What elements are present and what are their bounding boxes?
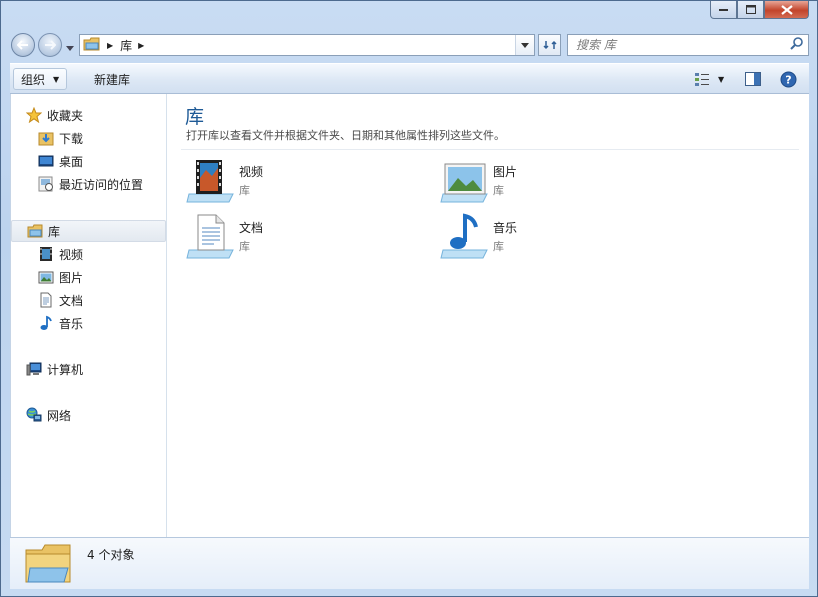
refresh-button[interactable]: [538, 34, 561, 56]
view-options-icon: [695, 73, 709, 86]
divider: [181, 149, 799, 150]
library-icon: [27, 223, 43, 239]
chevron-down-icon: ▼: [718, 74, 725, 84]
navigation-pane: 收藏夹 下载 桌面 最近访问的位置 库 视频 图片 文档 音乐 计算机 网络: [11, 94, 167, 537]
recent-pages-dropdown[interactable]: [66, 41, 74, 55]
library-name: 视频: [239, 165, 264, 179]
nav-libraries-label: 库: [48, 224, 61, 239]
library-name: 文档: [239, 221, 264, 235]
item-count: 4 个对象: [87, 548, 135, 562]
arrow-right-icon: [45, 40, 56, 50]
nav-favorites-label: 收藏夹: [47, 108, 84, 123]
chevron-down-icon: [66, 46, 74, 51]
pictures-library-icon: [440, 156, 490, 206]
nav-item-desktop[interactable]: 桌面: [38, 151, 83, 171]
nav-favorites[interactable]: 收藏夹: [26, 105, 83, 125]
search-box[interactable]: [567, 34, 809, 56]
library-content: 库 打开库以查看文件并根据文件夹、日期和其他属性排列这些文件。 视频 库 图片 …: [168, 94, 809, 537]
forward-button[interactable]: [38, 33, 62, 57]
video-icon: [38, 246, 54, 262]
nav-item-videos[interactable]: 视频: [38, 244, 83, 264]
nav-item-recent-places[interactable]: 最近访问的位置: [38, 174, 143, 194]
library-type: 库: [239, 184, 250, 197]
page-title: 库: [185, 106, 205, 128]
nav-item-label: 音乐: [59, 316, 84, 331]
command-bar: 组织 ▼ 新建库 ▼ ?: [10, 63, 809, 94]
breadcrumb-library[interactable]: 库: [120, 37, 132, 54]
desktop-icon: [38, 153, 54, 169]
library-icon: [24, 542, 74, 589]
nav-network[interactable]: 网络: [26, 405, 71, 425]
organize-button[interactable]: 组织 ▼: [13, 68, 68, 90]
breadcrumb-arrow[interactable]: ▶: [107, 41, 113, 50]
library-tile-pictures[interactable]: 图片 库: [440, 156, 680, 208]
close-button[interactable]: [764, 1, 809, 19]
back-button[interactable]: [11, 33, 35, 57]
library-icon: [83, 36, 101, 55]
organize-label: 组织: [21, 72, 46, 87]
music-library-icon: [440, 212, 490, 262]
library-tile-videos[interactable]: 视频 库: [186, 156, 426, 208]
downloads-folder-icon: [38, 130, 54, 146]
nav-item-label: 桌面: [59, 154, 84, 169]
search-icon[interactable]: [790, 37, 803, 53]
music-note-icon: [38, 315, 54, 331]
address-bar[interactable]: ▶ 库 ▶: [79, 34, 535, 56]
new-library-button[interactable]: 新建库: [86, 68, 138, 90]
nav-libraries[interactable]: 库: [11, 220, 166, 242]
nav-item-downloads[interactable]: 下载: [38, 128, 83, 148]
nav-item-label: 视频: [59, 247, 84, 262]
panes: 收藏夹 下载 桌面 最近访问的位置 库 视频 图片 文档 音乐 计算机 网络 库…: [10, 94, 809, 537]
chevron-down-icon: ▼: [53, 74, 60, 84]
close-icon: [780, 4, 793, 15]
documents-library-icon: [186, 212, 236, 262]
breadcrumb-arrow-children[interactable]: ▶: [138, 41, 144, 50]
nav-item-music[interactable]: 音乐: [38, 313, 83, 333]
minimize-button[interactable]: [710, 1, 737, 19]
network-icon: [26, 407, 42, 423]
library-type: 库: [493, 184, 504, 197]
recent-places-icon: [38, 176, 54, 192]
search-input[interactable]: [568, 35, 790, 55]
details-pane: 4 个对象: [10, 537, 809, 589]
explorer-window: ▶ 库 ▶ 组织 ▼ 新建库 ▼: [0, 0, 818, 597]
page-subtitle: 打开库以查看文件并根据文件夹、日期和其他属性排列这些文件。: [186, 129, 505, 142]
nav-computer-label: 计算机: [47, 362, 84, 377]
maximize-icon: [745, 5, 756, 14]
preview-pane-icon: [745, 72, 761, 86]
nav-item-pictures[interactable]: 图片: [38, 267, 83, 287]
chevron-down-icon: [521, 42, 529, 48]
preview-pane-button[interactable]: [737, 68, 769, 90]
nav-item-documents[interactable]: 文档: [38, 290, 83, 310]
nav-item-label: 文档: [59, 293, 84, 308]
nav-item-label: 最近访问的位置: [59, 177, 144, 192]
arrow-left-icon: [17, 40, 28, 50]
video-library-icon: [186, 156, 236, 206]
maximize-button[interactable]: [737, 1, 764, 19]
nav-item-label: 图片: [59, 270, 84, 285]
documents-icon: [38, 292, 54, 308]
address-dropdown-button[interactable]: [515, 35, 534, 55]
nav-computer[interactable]: 计算机: [26, 359, 83, 379]
nav-network-label: 网络: [47, 408, 72, 423]
computer-icon: [26, 361, 42, 377]
new-library-label: 新建库: [94, 72, 131, 87]
nav-item-label: 下载: [59, 131, 84, 146]
star-icon: [26, 107, 42, 123]
caption-buttons: [710, 1, 809, 19]
library-type: 库: [493, 240, 504, 253]
library-name: 音乐: [493, 221, 518, 235]
pictures-icon: [38, 269, 54, 285]
library-type: 库: [239, 240, 250, 253]
minimize-icon: [718, 8, 728, 11]
library-tile-music[interactable]: 音乐 库: [440, 212, 680, 264]
library-name: 图片: [493, 165, 518, 179]
change-view-button[interactable]: ▼: [686, 68, 732, 90]
svg-text:?: ?: [785, 73, 791, 86]
library-tile-documents[interactable]: 文档 库: [186, 212, 426, 264]
help-button[interactable]: ?: [772, 68, 805, 90]
refresh-icon: [542, 40, 557, 50]
help-icon: ?: [780, 71, 797, 87]
